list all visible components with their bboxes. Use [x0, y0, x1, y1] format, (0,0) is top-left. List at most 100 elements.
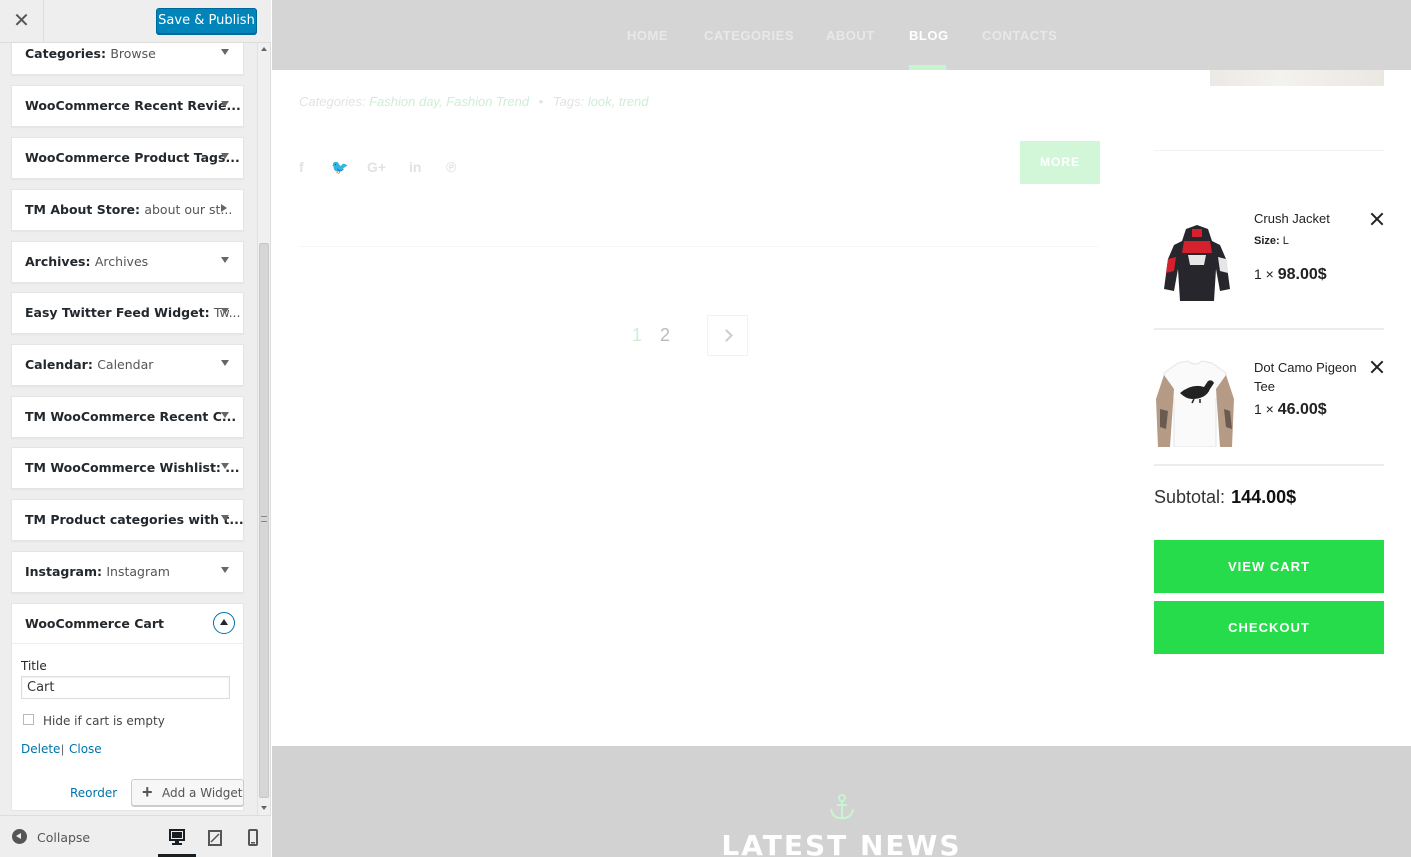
widget-calendar[interactable]: Calendar: Calendar [11, 344, 244, 386]
widget-title: Easy Twitter Feed Widget [25, 305, 205, 320]
nav-contacts[interactable]: CONTACTS [982, 28, 1057, 43]
collapse-label[interactable]: Collapse [37, 830, 90, 845]
widget-tm-woocommerce-recent[interactable]: TM WooCommerce Recent C... [11, 396, 244, 438]
widget-archives[interactable]: Archives: Archives [11, 241, 244, 283]
twitter-icon[interactable]: 🐦 [331, 159, 348, 176]
add-widget-button[interactable]: + Add a Widget [131, 779, 244, 806]
widget-title: TM WooCommerce Wishlist: ... [25, 460, 240, 475]
view-cart-button[interactable]: VIEW CART [1154, 540, 1384, 593]
chevron-down-icon[interactable] [221, 567, 229, 573]
pagination-page-1[interactable]: 1 [632, 325, 642, 346]
widget-categories[interactable]: Categories: Browse [11, 43, 244, 75]
nav-categories[interactable]: CATEGORIES [704, 28, 794, 43]
facebook-icon[interactable]: f [299, 159, 304, 175]
remove-item-icon[interactable] [1370, 360, 1384, 374]
desktop-preview-icon[interactable] [158, 816, 196, 857]
widget-instagram[interactable]: Instagram: Instagram [11, 551, 244, 593]
pagination-next-icon[interactable] [707, 315, 748, 356]
collapse-icon[interactable] [12, 829, 27, 844]
cart-item-name[interactable]: Crush Jacket [1254, 209, 1330, 228]
widget-list: Categories: Browse WooCommerce Recent Re… [0, 43, 257, 815]
nav-blog[interactable]: BLOG [909, 28, 949, 43]
scroll-up-arrow-icon[interactable] [261, 47, 267, 51]
save-publish-button[interactable]: Save & Publish [156, 8, 257, 34]
more-button[interactable]: MORE [1020, 141, 1100, 184]
post-meta: Categories: Fashion day, Fashion Trend •… [299, 94, 649, 109]
widget-woocommerce-recent-reviews[interactable]: WooCommerce Recent Revie... [11, 85, 244, 127]
chevron-right-icon[interactable] [221, 204, 227, 212]
tablet-preview-icon[interactable] [196, 816, 234, 857]
cart-widget-header[interactable]: WooCommerce Cart [12, 604, 243, 644]
subtotal-value: 144.00$ [1231, 487, 1297, 507]
scroll-down-arrow-icon[interactable] [261, 806, 267, 810]
close-customizer-icon[interactable]: ✕ [0, 0, 44, 42]
cart-divider [1154, 328, 1384, 330]
chevron-down-icon[interactable] [221, 360, 229, 366]
nav-about[interactable]: ABOUT [826, 28, 875, 43]
linkedin-icon[interactable]: in [409, 159, 421, 175]
chevron-down-icon[interactable] [221, 412, 229, 418]
chevron-down-icon[interactable] [221, 101, 229, 107]
pigeon-tee-thumbnail[interactable] [1154, 359, 1236, 447]
widget-easy-twitter-feed[interactable]: Easy Twitter Feed Widget: Tw... [11, 292, 244, 334]
widget-title: WooCommerce Cart [25, 616, 164, 631]
title-input[interactable] [21, 676, 230, 699]
customizer-footer: Collapse [0, 815, 271, 857]
meta-separator: • [538, 94, 544, 109]
close-widget-link[interactable]: Close [69, 742, 102, 756]
delete-widget-link[interactable]: Delete [21, 742, 60, 756]
link-separator: | [61, 742, 65, 756]
mobile-preview-icon[interactable] [234, 816, 272, 857]
latest-news-section: LATEST NEWS [272, 746, 1411, 857]
widget-title: Archives [25, 254, 86, 269]
post-categories-link[interactable]: Fashion day, Fashion Trend [369, 94, 529, 109]
chevron-down-icon[interactable] [221, 257, 229, 263]
widget-title: Categories [25, 46, 101, 61]
customizer-sidebar: ✕ Save & Publish Categories: Browse WooC… [0, 0, 271, 857]
pagination-page-2[interactable]: 2 [660, 325, 670, 346]
main-navigation: HOME CATEGORIES ABOUT BLOG CONTACTS [272, 0, 1411, 70]
hide-if-empty-checkbox[interactable] [23, 714, 34, 725]
subtotal-label: Subtotal: [1154, 487, 1226, 507]
chevron-up-icon[interactable] [213, 612, 235, 634]
cart-divider [1154, 464, 1384, 466]
categories-label: Categories: [299, 94, 366, 109]
widget-title: TM Product categories with t... [25, 512, 244, 527]
cart-subtotal: Subtotal: 144.00$ [1154, 487, 1296, 508]
cart-item-name[interactable]: Dot Camo Pigeon Tee [1254, 358, 1364, 396]
post-tags-link[interactable]: look, trend [588, 94, 649, 109]
cart-item-qty: 1 × [1254, 401, 1274, 417]
cart-item-size-label: Size: [1254, 235, 1280, 247]
widget-title: WooCommerce Recent Revie... [25, 98, 241, 113]
widget-woocommerce-product-tags[interactable]: WooCommerce Product Tags... [11, 137, 244, 179]
sidebar-scrollbar[interactable] [257, 43, 270, 815]
scroll-thumb[interactable] [259, 243, 269, 798]
chevron-down-icon[interactable] [221, 153, 229, 159]
cart-item-price: 98.00$ [1277, 266, 1327, 283]
customizer-header: ✕ Save & Publish [0, 0, 271, 43]
chevron-down-icon[interactable] [221, 308, 229, 314]
scroll-grip-icon [261, 516, 267, 522]
widget-subtitle: Instagram [106, 564, 170, 579]
crush-jacket-thumbnail[interactable] [1154, 219, 1240, 307]
pinterest-icon[interactable]: ℗ [446, 159, 456, 175]
chevron-down-icon[interactable] [221, 49, 229, 55]
cart-top-divider [1154, 150, 1384, 151]
hide-if-empty-label: Hide if cart is empty [43, 714, 165, 728]
chevron-down-icon[interactable] [221, 515, 229, 521]
widget-title: TM About Store [25, 202, 135, 217]
widget-tm-about-store[interactable]: TM About Store: about our st... [11, 189, 244, 231]
google-plus-icon[interactable]: G+ [367, 159, 386, 175]
widget-tm-woocommerce-wishlist[interactable]: TM WooCommerce Wishlist: ... [11, 447, 244, 489]
nav-home[interactable]: HOME [627, 28, 668, 43]
chevron-down-icon[interactable] [221, 463, 229, 469]
title-field-label: Title [21, 659, 47, 673]
reorder-link[interactable]: Reorder [70, 786, 117, 800]
cart-item: Crush Jacket Size: L 1 × 98.00$ [1154, 205, 1384, 307]
widget-tm-product-categories[interactable]: TM Product categories with t... [11, 499, 244, 541]
add-widget-label: Add a Widget [162, 786, 243, 800]
site-preview: HOME CATEGORIES ABOUT BLOG CONTACTS Cate… [272, 0, 1411, 857]
anchor-icon [830, 794, 854, 820]
remove-item-icon[interactable] [1370, 212, 1384, 226]
checkout-button[interactable]: CHECKOUT [1154, 601, 1384, 654]
